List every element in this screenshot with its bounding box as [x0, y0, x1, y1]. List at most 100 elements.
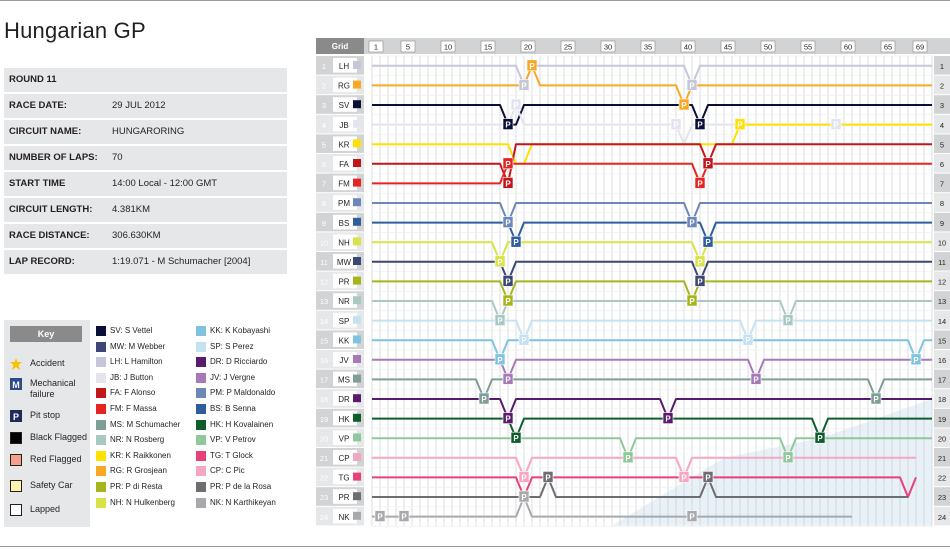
- finish-position-number: 15: [938, 336, 946, 345]
- pit-stop-marker-label: P: [689, 297, 695, 306]
- finish-position-number: 19: [938, 415, 946, 424]
- pit-stop-marker-label: P: [513, 238, 519, 247]
- driver-color-swatch: [96, 357, 106, 368]
- driver-key-label: HK: H Kovalainen: [210, 419, 274, 429]
- info-value: 29 JUL 2012: [112, 100, 166, 111]
- svg-text:P: P: [13, 412, 19, 422]
- grid-driver-swatch: [353, 413, 361, 422]
- grid-driver-swatch: [353, 315, 361, 324]
- safety-car-icon: [10, 480, 22, 492]
- pit-stop-marker-label: P: [505, 179, 511, 188]
- finish-position-number: 21: [938, 454, 946, 463]
- info-label: CIRCUIT LENGTH:: [9, 204, 93, 215]
- pit-stop-marker-label: P: [505, 160, 511, 169]
- driver-key-label: NK: N Karthikeyan: [210, 497, 276, 507]
- grid-driver-swatch: [353, 355, 361, 363]
- key-title: Key: [10, 326, 82, 342]
- grid-position-number: 4: [322, 121, 326, 130]
- driver-color-swatch: [96, 326, 106, 336]
- pit-stop-marker-label: P: [505, 375, 511, 384]
- key-item-label: Red Flagged: [30, 454, 82, 464]
- info-value: 70: [112, 152, 123, 163]
- driver-color-swatch: [196, 341, 206, 352]
- driver-key-label: SV: S Vettel: [110, 326, 153, 335]
- driver-color-swatch: [196, 497, 206, 508]
- finish-position-number: 5: [940, 140, 944, 149]
- pit-stop-marker-label: P: [521, 493, 527, 502]
- driver-color-swatch: [196, 482, 206, 492]
- driver-color-swatch: [196, 357, 206, 368]
- grid-driver-swatch: [353, 492, 361, 501]
- grid-position-number: 16: [320, 356, 328, 365]
- driver-color-swatch: [96, 404, 106, 414]
- pit-stop-marker-label: P: [505, 297, 511, 306]
- pit-stop-marker-label: P: [873, 395, 879, 404]
- pit-stop-marker-label: P: [625, 454, 631, 463]
- finish-position-number: 10: [938, 238, 946, 247]
- pit-stop-marker-label: P: [697, 277, 703, 286]
- pit-stop-marker-label: P: [545, 473, 551, 482]
- grid-driver-swatch: [353, 257, 361, 265]
- finish-position-number: 13: [938, 297, 946, 306]
- grid-position-number: 6: [322, 160, 326, 169]
- info-row: ROUND 11: [4, 68, 287, 92]
- grid-driver-code: FM: [338, 180, 350, 189]
- grid-driver-swatch: [353, 217, 361, 226]
- top-rule: [0, 0, 950, 1]
- grid-header-label: Grid: [332, 42, 349, 51]
- info-value: 1:19.071 - M Schumacher [2004]: [112, 256, 251, 267]
- accident-icon: [10, 358, 22, 370]
- grid-driver-code: NH: [338, 238, 350, 247]
- driver-key-label: VP: V Petrov: [210, 435, 256, 445]
- grid-driver-swatch: [353, 296, 361, 305]
- lap-tick-label: 69: [916, 43, 924, 52]
- info-label: CIRCUIT NAME:: [9, 126, 82, 137]
- grid-driver-swatch: [353, 159, 361, 167]
- grid-position-number: 17: [320, 376, 328, 385]
- pit-stop-marker-label: P: [689, 219, 695, 228]
- finish-position-number: 18: [938, 395, 946, 404]
- grid-driver-code: SV: [339, 101, 350, 110]
- info-value: 4.381KM: [112, 204, 151, 215]
- grid-position-number: 15: [320, 336, 328, 345]
- lap-tick-label: 60: [844, 43, 852, 52]
- driver-key-label: TG: T Glock: [210, 450, 253, 460]
- grid-driver-code: PR: [338, 493, 349, 502]
- pit-stop-marker-label: P: [529, 62, 535, 71]
- finish-position-number: 8: [940, 199, 944, 208]
- pit-stop-marker-label: P: [913, 356, 919, 365]
- key-item-label: Black Flagged: [30, 432, 88, 442]
- grid-position-number: 12: [320, 278, 328, 287]
- pit-stop-marker-label: P: [737, 121, 743, 130]
- driver-key-label: DR: D Ricciardo: [210, 357, 268, 367]
- pit-stop-marker-label: P: [497, 317, 503, 326]
- pit-stop-marker-label: P: [753, 375, 759, 384]
- driver-color-swatch: [196, 326, 206, 336]
- info-row: NUMBER OF LAPS: 70: [4, 146, 287, 170]
- finish-position-number: 12: [938, 278, 946, 287]
- finish-position-number: 9: [940, 219, 944, 228]
- pit-stop-marker-label: P: [705, 238, 711, 247]
- grid-driver-code: BS: [339, 219, 350, 228]
- driver-color-swatch: [196, 388, 206, 399]
- driver-color-swatch: [96, 482, 106, 492]
- grid-driver-swatch: [353, 61, 361, 69]
- grid-position-number: 2: [322, 82, 326, 91]
- pit-stop-marker-label: P: [481, 395, 487, 404]
- info-row: CIRCUIT NAME: HUNGARORING: [4, 120, 287, 144]
- pit-stop-marker-label: P: [705, 473, 711, 482]
- finish-position-number: 24: [938, 513, 946, 522]
- driver-color-swatch: [96, 388, 106, 399]
- lap-tick-label: 10: [444, 43, 452, 52]
- lap-tick-label: 25: [564, 43, 572, 52]
- bottom-rule: [0, 546, 950, 547]
- grid-driver-swatch: [353, 178, 361, 187]
- info-value: HUNGARORING: [112, 126, 185, 137]
- driver-key-label: MW: M Webber: [110, 341, 166, 351]
- info-row: RACE DISTANCE: 306.630KM: [4, 224, 287, 248]
- lap-tick-label: 35: [644, 43, 652, 52]
- grid-position-number: 10: [320, 238, 328, 247]
- pit-stop-marker-label: P: [521, 473, 527, 482]
- grid-driver-code: FA: [339, 160, 349, 169]
- pit-stop-marker-label: P: [505, 219, 511, 228]
